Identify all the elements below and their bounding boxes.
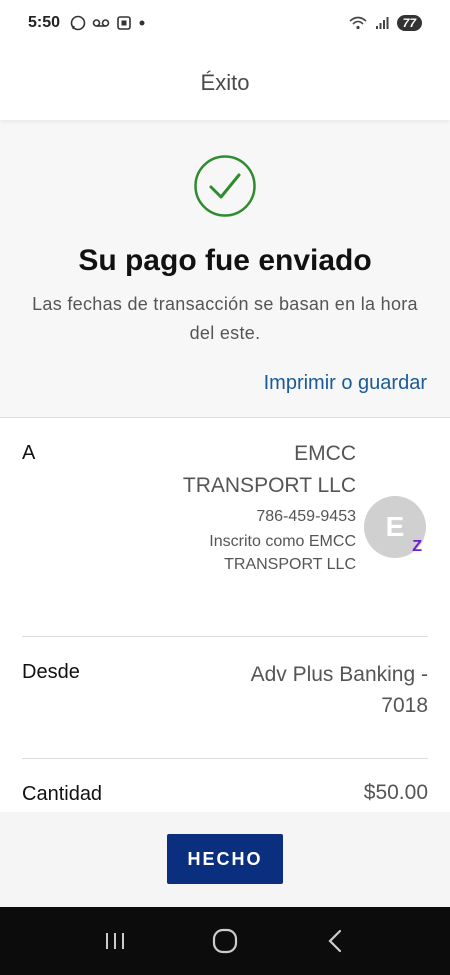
back-icon	[328, 929, 342, 953]
recents-icon	[106, 933, 124, 949]
amount-value: $50.00	[363, 781, 428, 804]
payment-details: A EMCC TRANSPORT LLC 786-459-9453 Inscri…	[0, 418, 450, 819]
app-header: Éxito	[0, 46, 450, 120]
voicemail-icon	[92, 19, 110, 27]
page-title: Éxito	[200, 70, 250, 95]
timezone-note: Las fechas de transacción se basan en la…	[32, 294, 418, 343]
system-nav-bar	[0, 907, 450, 975]
recipient-info: EMCC TRANSPORT LLC 786-459-9453 Inscrito…	[176, 438, 356, 576]
recipient-name: EMCC TRANSPORT LLC	[182, 442, 356, 497]
recipient-label: A	[22, 442, 36, 464]
battery-icon: 77	[396, 15, 422, 31]
success-title: Su pago fue enviado	[78, 244, 372, 277]
recents-button[interactable]	[95, 921, 135, 961]
bottom-action-bar: HECHO	[0, 812, 450, 907]
status-bar: 5:50 77	[0, 0, 450, 46]
clock: 5:50	[28, 14, 61, 31]
status-left: 5:50	[28, 14, 146, 32]
done-button[interactable]: HECHO	[167, 834, 283, 884]
signal-icon	[375, 17, 389, 29]
recipient-phone: 786-459-9453	[256, 508, 356, 525]
wifi-icon	[349, 16, 367, 30]
amount-row: Cantidad $50.00	[22, 759, 428, 819]
zelle-icon: Z	[412, 538, 422, 555]
notification-icons	[70, 15, 146, 31]
home-button[interactable]	[205, 921, 245, 961]
success-section: Su pago fue enviado Las fechas de transa…	[0, 120, 450, 418]
from-account: Adv Plus Banking - 7018	[250, 663, 428, 717]
dot-icon	[139, 20, 145, 26]
whatsapp-icon	[70, 15, 86, 31]
check-circle-icon	[194, 155, 256, 217]
recipient-row: A EMCC TRANSPORT LLC 786-459-9453 Inscri…	[22, 418, 428, 637]
amount-label: Cantidad	[22, 783, 103, 805]
screenshot-icon	[117, 16, 131, 30]
home-icon	[212, 928, 238, 954]
from-label: Desde	[22, 661, 80, 683]
status-right: 77	[349, 15, 422, 31]
back-button[interactable]	[315, 921, 355, 961]
recipient-enrolled-as: Inscrito como EMCC TRANSPORT LLC	[209, 533, 356, 573]
from-row: Desde Adv Plus Banking - 7018	[22, 637, 428, 759]
print-or-save-link[interactable]: Imprimir o guardar	[264, 372, 427, 395]
